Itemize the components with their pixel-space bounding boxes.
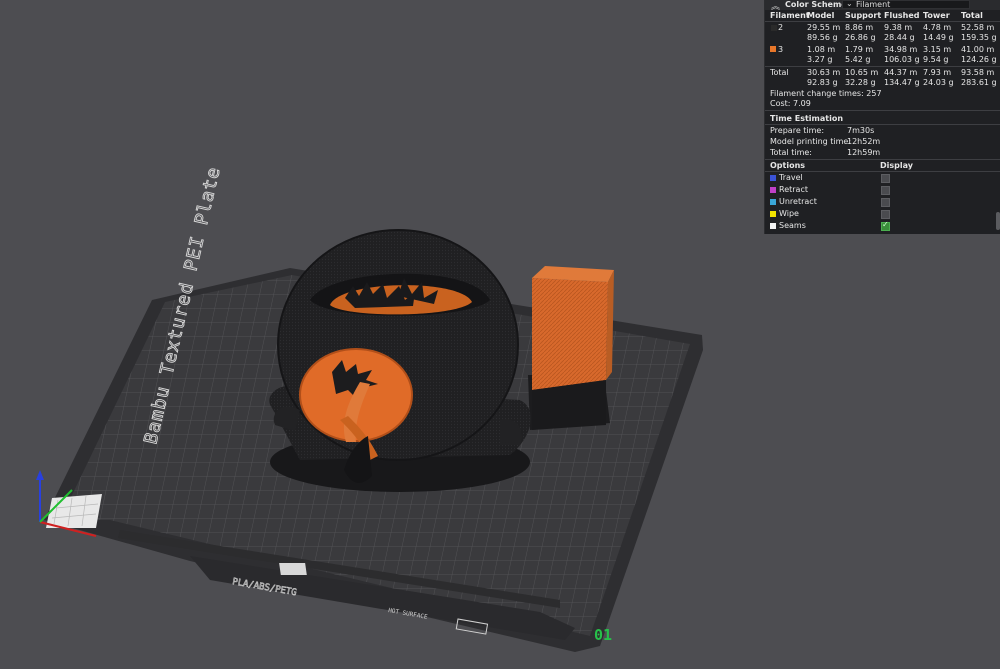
col-header-total: Total: [961, 11, 983, 20]
time-estimation-title: Time Estimation: [770, 114, 843, 123]
cell-model-m: 30.63 m: [807, 68, 840, 77]
cell-total-m: 41.00 m: [961, 45, 994, 54]
option-label-wipe: Wipe: [779, 209, 799, 218]
seams-color-swatch: [770, 223, 776, 229]
cell-flushed-m: 34.98 m: [884, 45, 917, 54]
cell-support-m: 8.86 m: [845, 23, 873, 32]
wipe-color-swatch: [770, 211, 776, 217]
cell-support-g: 32.28 g: [845, 78, 876, 87]
cell-tower-m: 7.93 m: [923, 68, 951, 77]
wipe-display-checkbox[interactable]: [881, 210, 890, 219]
cell-flushed-m: 9.38 m: [884, 23, 912, 32]
travel-color-swatch: [770, 175, 776, 181]
col-header-model: Model: [807, 11, 834, 20]
cell-total-g: 124.26 g: [961, 55, 997, 64]
cell-total-m: 93.58 m: [961, 68, 994, 77]
cell-support-g: 5.42 g: [845, 55, 870, 64]
unretract-color-swatch: [770, 199, 776, 205]
unretract-display-checkbox[interactable]: [881, 198, 890, 207]
retract-color-swatch: [770, 187, 776, 193]
cost-value: Cost: 7.09: [770, 99, 811, 108]
cell-tower-g: 24.03 g: [923, 78, 954, 87]
cell-flushed-g: 28.44 g: [884, 33, 915, 42]
model-print-time-label: Model printing time:: [770, 137, 851, 146]
cell-model-g: 92.83 g: [807, 78, 838, 87]
filament-change-times: Filament change times: 257: [770, 89, 882, 98]
filament-id: 3: [778, 45, 783, 54]
filament-2-swatch: [771, 25, 777, 31]
col-header-flushed: Flushed: [884, 11, 920, 20]
cell-total-m: 52.58 m: [961, 23, 994, 32]
cell-flushed-m: 44.37 m: [884, 68, 917, 77]
model-cauldron: [269, 230, 531, 492]
color-scheme-value: Filament: [856, 0, 890, 9]
col-header-filament: Filament: [770, 11, 810, 20]
total-time-value: 12h59m: [847, 148, 880, 157]
cell-tower-m: 4.78 m: [923, 23, 951, 32]
option-label-retract: Retract: [779, 185, 808, 194]
travel-display-checkbox[interactable]: [881, 174, 890, 183]
cell-tower-g: 9.54 g: [923, 55, 948, 64]
plate-number: 01: [594, 626, 612, 644]
cell-support-m: 1.79 m: [845, 45, 873, 54]
prepare-time-label: Prepare time:: [770, 126, 824, 135]
cell-flushed-g: 106.03 g: [884, 55, 920, 64]
option-label-travel: Travel: [779, 173, 803, 182]
cell-model-m: 29.55 m: [807, 23, 840, 32]
seams-display-checkbox[interactable]: [881, 222, 890, 231]
model-print-time-value: 12h52m: [847, 137, 880, 146]
cell-tower-m: 3.15 m: [923, 45, 951, 54]
retract-display-checkbox[interactable]: [881, 186, 890, 195]
cell-total-g: 283.61 g: [961, 78, 997, 87]
cell-tower-g: 14.49 g: [923, 33, 954, 42]
cell-support-m: 10.65 m: [845, 68, 878, 77]
cell-model-m: 1.08 m: [807, 45, 835, 54]
color-scheme-header[interactable]: ︽ Color Scheme ⌄ Filament: [765, 0, 1000, 10]
color-scheme-dropdown[interactable]: ⌄ Filament: [842, 0, 970, 9]
option-label-unretract: Unretract: [779, 197, 817, 206]
cell-model-g: 3.27 g: [807, 55, 832, 64]
gcode-legend-panel: ︽ Color Scheme ⌄ Filament Filament Model…: [764, 0, 1000, 234]
col-header-support: Support: [845, 11, 881, 20]
panel-scrollbar[interactable]: [996, 212, 1000, 230]
cell-flushed-g: 134.47 g: [884, 78, 920, 87]
total-label: Total: [770, 68, 789, 77]
cell-support-g: 26.86 g: [845, 33, 876, 42]
cell-total-g: 159.35 g: [961, 33, 997, 42]
col-header-tower: Tower: [923, 11, 950, 20]
filament-id: 2: [778, 23, 783, 32]
color-scheme-title: Color Scheme: [785, 0, 847, 9]
prime-tower: [528, 266, 614, 430]
option-label-seams: Seams: [779, 221, 806, 230]
prepare-time-value: 7m30s: [847, 126, 874, 135]
filament-3-swatch: [770, 46, 776, 52]
display-header: Display: [880, 161, 913, 170]
cell-model-g: 89.56 g: [807, 33, 838, 42]
chevron-down-icon: ⌄: [846, 0, 853, 8]
options-header: Options: [770, 161, 805, 170]
total-time-label: Total time:: [770, 148, 812, 157]
